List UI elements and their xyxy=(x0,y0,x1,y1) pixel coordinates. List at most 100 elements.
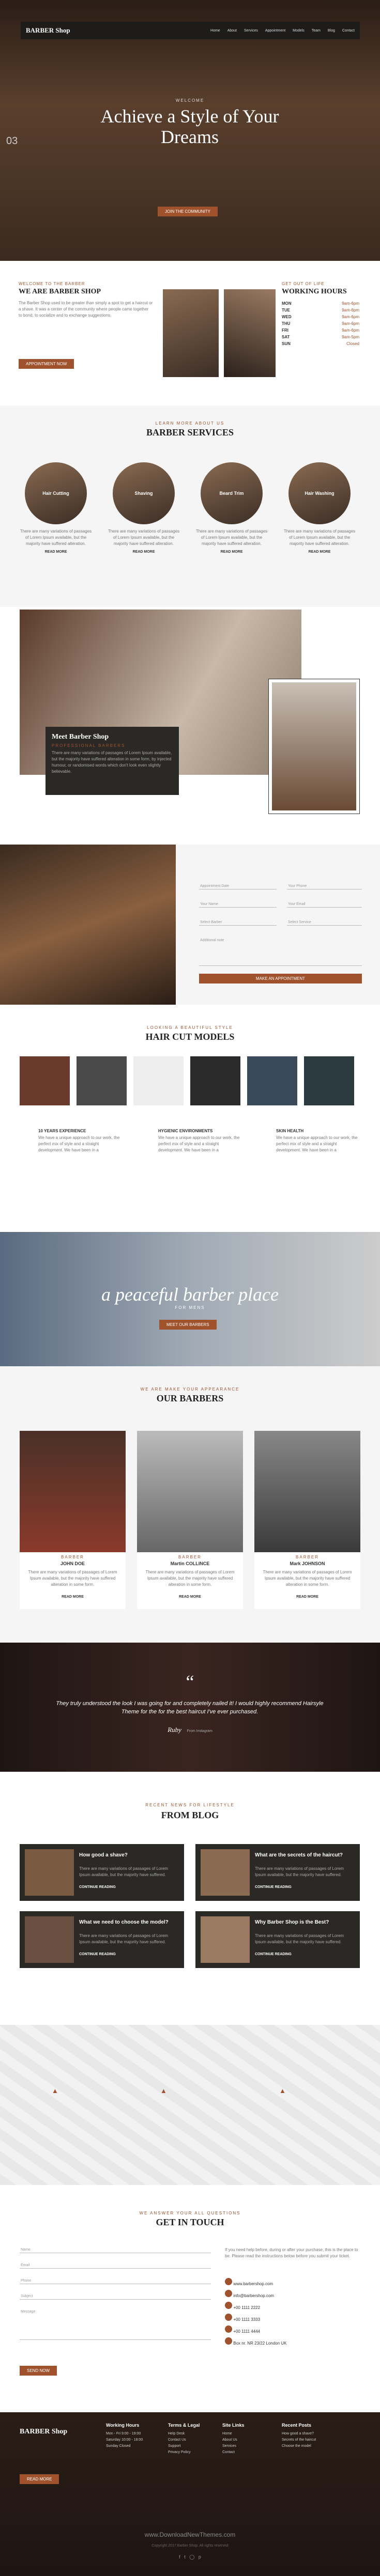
meet-card: Meet Barber Shop PROFESSIONAL BARBERS Th… xyxy=(45,727,179,795)
feature-text: We have a unique approach to our work, t… xyxy=(158,1135,240,1152)
email-field[interactable]: Your Email xyxy=(287,901,362,908)
nav-item-home[interactable]: Home xyxy=(210,29,220,33)
appointment-date-field[interactable]: Appointment Date xyxy=(199,883,277,889)
barbers-section: WE ARE MAKE YOUR APPEARANCE OUR BARBERS … xyxy=(0,1366,380,1643)
about-section: WELCOME TO THE BARBER WE ARE BARBER SHOP… xyxy=(0,261,380,405)
select-barber[interactable]: Select Barber xyxy=(199,919,277,926)
barber-text: There are many variations of passages of… xyxy=(263,1570,352,1587)
instagram-icon[interactable]: ◯ xyxy=(189,2554,194,2559)
twitter-icon[interactable]: t xyxy=(184,2554,186,2559)
continue-reading-link[interactable]: CONTINUE READING xyxy=(79,1885,116,1889)
model-photo xyxy=(247,1056,297,1105)
read-more-link[interactable]: READ MORE xyxy=(137,1595,243,1599)
map-marker-icon[interactable]: ▲ xyxy=(160,2087,167,2095)
blog-post-text: There are many variations of passages of… xyxy=(79,1866,169,1877)
footer-read-more-button[interactable]: Read More xyxy=(20,2474,59,2484)
map-marker-icon[interactable]: ▲ xyxy=(279,2087,286,2095)
footer-link[interactable]: Contact Us xyxy=(168,2438,200,2442)
footer-logo[interactable]: BARBER Shop xyxy=(20,2428,67,2436)
footer-social-icons: f t ◯ p xyxy=(0,2554,380,2560)
footer-link[interactable]: Help Desk xyxy=(168,2432,200,2436)
select-service[interactable]: Select Service xyxy=(287,919,362,926)
send-now-button[interactable]: Send Now xyxy=(20,2366,57,2376)
nav-item-blog[interactable]: Blog xyxy=(328,29,335,33)
contact-email-field[interactable]: Email xyxy=(20,2262,211,2269)
read-more-link[interactable]: READ MORE xyxy=(195,550,268,554)
nav-item-contact[interactable]: Contact xyxy=(342,29,355,33)
footer-link[interactable]: Services xyxy=(222,2444,245,2448)
make-appointment-button[interactable]: Make An Appointment xyxy=(199,974,362,983)
note-field[interactable]: Additional note xyxy=(199,938,362,966)
footer-credit[interactable]: www.DownloadNewThemes.com xyxy=(0,2531,380,2538)
site-logo[interactable]: BARBER Shop xyxy=(26,26,88,35)
blog-post-title[interactable]: What are the secrets of the haircut? xyxy=(255,1852,353,1858)
meet-barbers-button[interactable]: MEET OUR BARBERS xyxy=(159,1320,217,1330)
service-name: Shaving xyxy=(134,491,153,496)
facebook-icon[interactable]: f xyxy=(179,2554,180,2559)
footer-link[interactable]: How good a shave? xyxy=(282,2432,316,2436)
nav-item-team[interactable]: Team xyxy=(312,29,321,33)
nav-item-services[interactable]: Services xyxy=(244,29,258,33)
contact-phone: +00 1111 3333 xyxy=(233,2317,261,2322)
appointment-now-button[interactable]: Appointment Now xyxy=(19,359,74,369)
meet-subtitle: PROFESSIONAL BARBERS xyxy=(52,743,126,748)
blog-post-title[interactable]: How good a shave? xyxy=(79,1852,177,1858)
footer-column-title: Recent Posts xyxy=(282,2423,312,2428)
blog-image xyxy=(201,1916,250,1963)
blog-post-title[interactable]: Why Barber Shop is the Best? xyxy=(255,1919,353,1925)
footer-link[interactable]: About Us xyxy=(222,2438,245,2442)
read-more-link[interactable]: READ MORE xyxy=(20,1595,126,1599)
feature-item: SKIN HEALTH We have a unique approach to… xyxy=(264,1129,362,1153)
nav-item-about[interactable]: About xyxy=(227,29,237,33)
contact-message-field[interactable]: Message xyxy=(20,2309,211,2340)
blog-post: How good a shave? There are many variati… xyxy=(20,1844,184,1901)
appointment-section: Appointment Date Your Phone Your Name Yo… xyxy=(0,845,380,1005)
contact-name-field[interactable]: Name xyxy=(20,2247,211,2253)
phone-field[interactable]: Your Phone xyxy=(287,883,362,889)
continue-reading-link[interactable]: CONTINUE READING xyxy=(255,1953,292,1956)
hero-button[interactable]: JOIN THE COMMUNITY xyxy=(158,207,218,216)
footer-link[interactable]: Home xyxy=(222,2432,245,2436)
contact-email[interactable]: info@barbershop.com xyxy=(233,2293,274,2298)
nav-item-appointment[interactable]: Appointment xyxy=(265,29,285,33)
mail-icon xyxy=(225,2290,232,2297)
continue-reading-link[interactable]: CONTINUE READING xyxy=(255,1885,292,1889)
contact-phone-field[interactable]: Phone xyxy=(20,2278,211,2284)
hero-section: BARBER Shop Home About Services Appointm… xyxy=(0,0,380,261)
name-field[interactable]: Your Name xyxy=(199,901,277,908)
nav-item-models[interactable]: Models xyxy=(293,29,305,33)
read-more-link[interactable]: READ MORE xyxy=(108,550,180,554)
continue-reading-link[interactable]: CONTINUE READING xyxy=(79,1953,116,1956)
barber-text: There are many variations of passages of… xyxy=(28,1570,117,1587)
hours-list: MON 9am-6pm TUE 9am-6pm WED 9am-6pm THU 9am-… xyxy=(282,301,359,348)
footer-link[interactable]: Privacy Policy xyxy=(168,2450,200,2454)
about-subtitle: WELCOME TO THE BARBER xyxy=(19,282,85,286)
location-icon xyxy=(225,2337,232,2345)
pinterest-icon[interactable]: p xyxy=(199,2554,201,2559)
meet-title: Meet Barber Shop xyxy=(52,733,109,741)
nav-menu: Home About Services Appointment Models T… xyxy=(210,29,355,33)
footer-link[interactable]: Contact xyxy=(222,2450,245,2454)
footer-column: Recent Posts How good a shave? Secrets o… xyxy=(282,2423,316,2450)
contact-subject-field[interactable]: Subject xyxy=(20,2293,211,2300)
blog-image xyxy=(201,1849,250,1896)
services-subtitle: LEARN MORE ABOUT US xyxy=(155,421,225,426)
contact-website[interactable]: www.barbershop.com xyxy=(233,2282,273,2286)
map-marker-icon[interactable]: ▲ xyxy=(52,2087,58,2095)
map-section[interactable]: ▲ ▲ ▲ xyxy=(0,2025,380,2185)
barbers-title: OUR BARBERS xyxy=(156,1393,224,1403)
read-more-link[interactable]: READ MORE xyxy=(283,550,356,554)
footer-link[interactable]: Support xyxy=(168,2444,200,2448)
blog-post: Why Barber Shop is the Best? There are m… xyxy=(195,1911,360,1968)
blog-post-text: There are many variations of passages of… xyxy=(255,1933,344,1944)
blog-post-title[interactable]: What we need to choose the model? xyxy=(79,1919,177,1925)
read-more-link[interactable]: READ MORE xyxy=(20,550,92,554)
barbers-subtitle: WE ARE MAKE YOUR APPEARANCE xyxy=(140,1387,240,1392)
contact-text: If you need help before, during or after… xyxy=(225,2247,358,2258)
footer-link[interactable]: Choose the model xyxy=(282,2444,316,2448)
read-more-link[interactable]: READ MORE xyxy=(254,1595,360,1599)
blog-post-text: There are many variations of passages of… xyxy=(255,1866,344,1877)
footer-link[interactable]: Secrets of the haircut xyxy=(282,2438,316,2442)
model-photo xyxy=(190,1056,240,1105)
footer-copyright: Copyright 2017 Barber Shop. All rights r… xyxy=(151,2544,229,2548)
